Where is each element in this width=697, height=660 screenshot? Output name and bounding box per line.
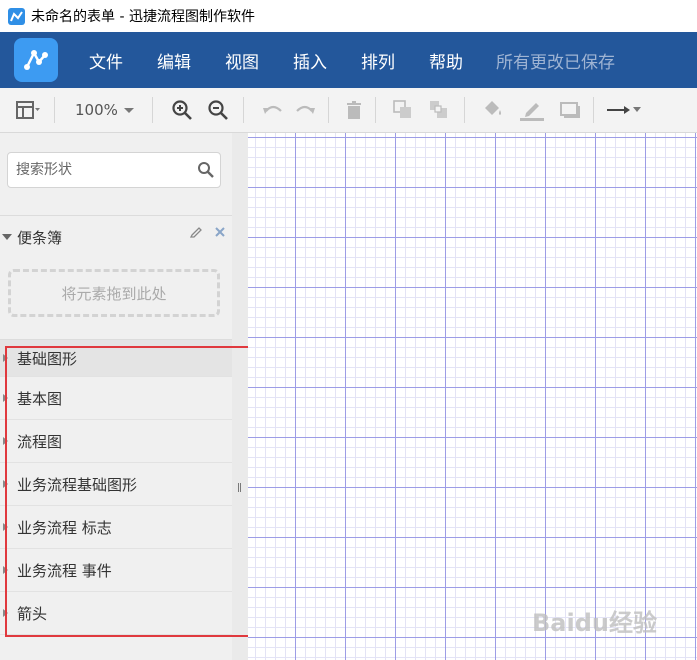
pencil-icon [519,103,544,121]
toolbar-separator [54,97,55,123]
expand-arrow-icon [3,609,8,617]
zoom-dropdown[interactable]: 100% [61,94,136,126]
expand-arrow-icon [3,523,8,531]
toolbar-separator [242,97,244,123]
toolbar-separator [327,97,329,123]
zoom-in-button[interactable] [171,94,193,126]
edit-pencil-icon[interactable] [189,225,203,239]
chevron-down-icon [2,234,12,240]
bring-to-front-icon [393,100,411,118]
undo-icon [262,105,282,114]
connector-style-dropdown[interactable] [606,94,642,126]
diagram-canvas[interactable] [248,133,697,660]
toolbar-separator [592,97,594,123]
menu-bar: 文件 编辑 视图 插入 排列 帮助 所有更改已保存 [0,32,697,88]
shape-library-sidebar: 便条簿 将元素拖到此处 基础图形 基本图 流程图 业务流程基础图形 [0,133,233,660]
arrow-right-icon [606,106,641,114]
library-label: 业务流程 事件 [17,561,112,580]
library-label: 业务流程 标志 [17,518,112,537]
window-title: 未命名的表单 - 迅捷流程图制作软件 [31,9,255,25]
line-color-button[interactable] [519,94,545,126]
format-panel-button[interactable] [16,94,40,126]
search-input[interactable] [7,152,221,188]
undo-button[interactable] [262,94,284,126]
menu-edit[interactable]: 编辑 [140,48,208,73]
fill-color-button[interactable] [481,94,505,126]
app-logo[interactable] [14,38,58,82]
toolbar-separator [151,97,153,123]
watermark: Baidu经验 [532,609,657,637]
paint-bucket-icon [484,101,501,115]
library-bpmn-events[interactable]: 业务流程 事件 [0,549,232,592]
bring-to-front-button[interactable] [392,94,414,126]
chevron-down-icon [123,108,134,113]
menu-file[interactable]: 文件 [72,48,140,73]
menu-insert[interactable]: 插入 [276,48,344,73]
scratchpad-header[interactable]: 便条簿 [0,215,232,258]
menu-help[interactable]: 帮助 [412,48,480,73]
layout-icon [16,101,40,119]
library-bpmn-basic[interactable]: 业务流程基础图形 [0,463,232,506]
zoom-level: 100% [75,101,118,119]
zoom-out-button[interactable] [207,94,229,126]
expand-arrow-icon [3,480,8,488]
library-flowchart[interactable]: 流程图 [0,420,232,463]
shadow-button[interactable] [559,94,581,126]
window-title-bar: 未命名的表单 - 迅捷流程图制作软件 [0,0,697,32]
delete-button[interactable] [345,94,363,126]
zoom-out-icon [208,100,228,120]
menu-view[interactable]: 视图 [208,48,276,73]
toolbar-separator [374,97,376,123]
search-icon[interactable] [197,161,215,179]
trash-icon [346,101,361,119]
library-label: 流程图 [17,432,63,451]
expand-arrow-icon [3,437,8,445]
library-label: 基础图形 [17,349,78,368]
close-icon[interactable] [214,226,226,238]
sidebar-splitter[interactable]: || [232,133,248,660]
shadow-box-icon [559,102,580,118]
library-label: 业务流程基础图形 [17,475,138,494]
library-bpmn-markers[interactable]: 业务流程 标志 [0,506,232,549]
expand-arrow-icon [3,354,8,362]
expand-arrow-icon [3,394,8,402]
drag-handle-icon[interactable]: || [237,483,242,493]
drop-hint: 将元素拖到此处 [61,284,167,303]
menu-arrange[interactable]: 排列 [344,48,412,73]
redo-button[interactable] [294,94,316,126]
app-icon [8,7,25,25]
library-basic[interactable]: 基本图 [0,377,232,420]
expand-arrow-icon [3,566,8,574]
shape-search [7,152,221,188]
redo-icon [296,105,315,114]
zoom-in-icon [172,100,192,120]
library-list: 基础图形 基本图 流程图 业务流程基础图形 业务流程 标志 业务流程 事件 箭头 [0,339,232,635]
scratchpad-title: 便条簿 [17,228,63,247]
scratchpad-drop-zone[interactable]: 将元素拖到此处 [8,269,220,317]
library-arrows[interactable]: 箭头 [0,592,232,635]
library-label: 基本图 [17,389,63,408]
save-status: 所有更改已保存 [496,52,615,73]
toolbar-separator [463,97,465,123]
library-label: 箭头 [17,604,48,623]
library-basic-shapes[interactable]: 基础图形 [0,339,232,377]
send-to-back-button[interactable] [428,94,450,126]
send-to-back-icon [429,101,447,118]
toolbar: 100% [0,88,697,133]
